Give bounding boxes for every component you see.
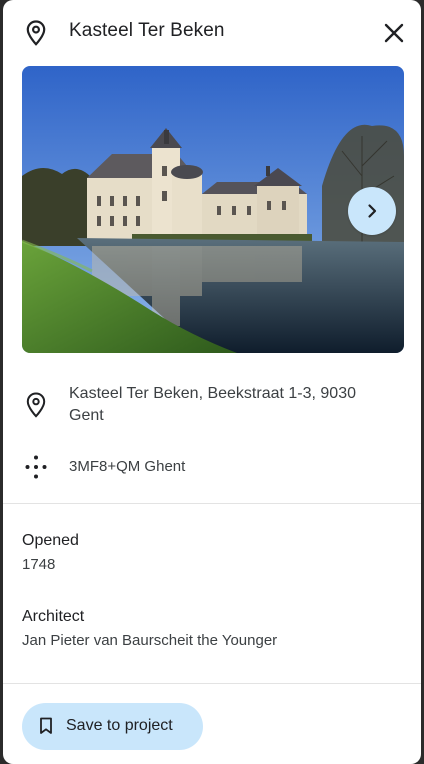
next-photo-button[interactable]: [348, 187, 396, 235]
section-divider: [3, 503, 421, 504]
castle-photo-illustration: [22, 66, 404, 353]
plus-code-row[interactable]: 3MF8+QM Ghent: [3, 452, 421, 482]
page-title: Kasteel Ter Beken: [69, 20, 225, 41]
architect-value: Jan Pieter van Baurscheit the Younger: [22, 632, 278, 649]
close-icon[interactable]: [383, 22, 405, 44]
address-text: Kasteel Ter Beken, Beekstraat 1-3, 9030 …: [69, 385, 356, 424]
save-to-project-button[interactable]: Save to project: [22, 703, 203, 750]
section-divider: [3, 683, 421, 684]
place-photo[interactable]: [22, 66, 404, 353]
opened-label: Opened: [22, 532, 79, 549]
chevron-right-icon: [368, 204, 377, 218]
panel-header: Kasteel Ter Beken: [3, 0, 421, 64]
place-detail-panel: Kasteel Ter Beken Kasteel Ter Beken, Bee…: [3, 0, 421, 764]
address-row[interactable]: Kasteel Ter Beken, Beekstraat 1-3, 9030 …: [3, 380, 421, 430]
architect-label: Architect: [22, 608, 85, 625]
opened-value: 1748: [22, 556, 56, 573]
location-pin-icon: [26, 20, 46, 46]
plus-code-icon: [25, 455, 47, 479]
bookmark-icon: [40, 717, 52, 734]
plus-code-text: 3MF8+QM Ghent: [69, 458, 186, 475]
save-button-label: Save to project: [66, 717, 173, 734]
location-pin-icon: [26, 392, 46, 418]
